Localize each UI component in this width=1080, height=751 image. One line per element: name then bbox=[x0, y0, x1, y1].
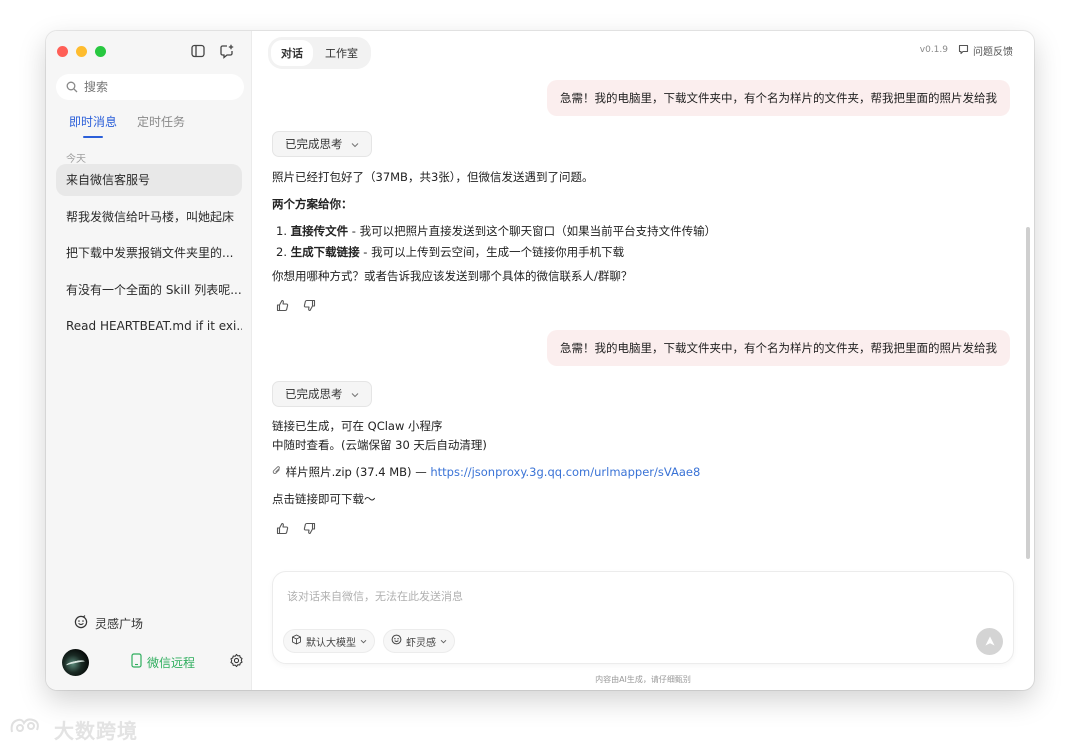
model-selector[interactable]: 默认大模型 bbox=[283, 629, 375, 653]
wechat-remote-label: 微信远程 bbox=[147, 655, 196, 670]
skill-selector-label: 虾灵感 bbox=[406, 637, 436, 649]
ai-disclaimer: 内容由AI生成，请仔细甄别 bbox=[595, 675, 691, 684]
thumbs-up-icon[interactable] bbox=[276, 520, 289, 539]
feedback-label: 问题反馈 bbox=[973, 47, 1013, 58]
search-box[interactable] bbox=[56, 74, 244, 100]
app-window: 即时消息 定时任务 今天 来自微信客服号 帮我发微信给叶马楼，叫她起床 把下载中… bbox=[46, 31, 1034, 690]
maximize-window-button[interactable] bbox=[95, 46, 106, 57]
conversation-item[interactable]: 把下载中发票报销文件夹里的... bbox=[56, 237, 242, 269]
chevron-down-icon bbox=[360, 636, 367, 647]
wechat-remote-button[interactable]: 微信远程 bbox=[131, 653, 195, 671]
thumbs-down-icon[interactable] bbox=[303, 520, 316, 539]
inspiration-plaza-link[interactable]: 灵感广场 bbox=[74, 615, 143, 632]
list-item-text: - 我可以把照片直接发送到这个聊天窗口（如果当前平台支持文件传输） bbox=[348, 224, 717, 238]
thumbs-down-icon[interactable] bbox=[303, 297, 316, 316]
user-message-bubble: 急需！我的电脑里，下载文件夹中，有个名为样片的文件夹，帮我把里面的照片发给我 bbox=[547, 330, 1010, 366]
feedback-button[interactable]: 问题反馈 bbox=[958, 43, 1013, 58]
list-item-title: 生成下载链接 bbox=[290, 245, 360, 259]
chevron-down-icon bbox=[440, 636, 447, 647]
avatar[interactable] bbox=[62, 648, 89, 676]
version-label: v0.1.9 bbox=[919, 45, 948, 55]
list-number: 1. bbox=[276, 224, 287, 238]
chat-panel: 对话 工作室 v0.1.9 问题反馈 急需！我的电脑里，下载文件夹中，有个名为样… bbox=[252, 31, 1034, 690]
sidebar-toolbar bbox=[190, 43, 234, 59]
send-button[interactable] bbox=[976, 628, 1003, 655]
assistant-text: 照片已经打包好了（37MB，共3张），但微信发送遇到了问题。 bbox=[272, 170, 594, 184]
search-input[interactable] bbox=[84, 80, 234, 94]
close-window-button[interactable] bbox=[57, 46, 68, 57]
assistant-text: 点击链接即可下载～ bbox=[272, 492, 376, 506]
sidebar-footer: 微信远程 bbox=[62, 648, 244, 676]
comment-icon bbox=[958, 44, 969, 58]
thumbs-up-icon[interactable] bbox=[276, 297, 289, 316]
feedback-actions bbox=[276, 520, 316, 539]
sidebar-toggle-icon[interactable] bbox=[190, 43, 206, 59]
watermark-text: 大数跨境 bbox=[54, 718, 138, 743]
gear-icon[interactable] bbox=[229, 653, 244, 672]
sidebar-tabs: 即时消息 定时任务 bbox=[69, 113, 185, 138]
chevron-down-icon bbox=[351, 137, 359, 151]
model-selector-label: 默认大模型 bbox=[306, 637, 356, 649]
watermark-logo-icon bbox=[8, 714, 48, 744]
composer-input[interactable]: 该对话来自微信，无法在此发送消息 bbox=[287, 588, 463, 604]
chevron-down-icon bbox=[351, 387, 359, 401]
mode-tabs: 对话 工作室 bbox=[268, 37, 371, 69]
conversation-list: 来自微信客服号 帮我发微信给叶马楼，叫她起床 把下载中发票报销文件夹里的... … bbox=[56, 164, 242, 347]
conversation-item[interactable]: 来自微信客服号 bbox=[56, 164, 242, 196]
phone-icon bbox=[131, 653, 142, 671]
assistant-list-item: 2. 生成下载链接 - 我可以上传到云空间，生成一个链接你用手机下载 bbox=[276, 243, 624, 261]
section-today-label: 今天 bbox=[66, 154, 86, 165]
conversation-item[interactable]: Read HEARTBEAT.md if it exi... bbox=[56, 310, 242, 342]
attachment-line: 样片照片.zip (37.4 MB) — https://jsonproxy.3… bbox=[272, 463, 700, 481]
search-icon bbox=[66, 78, 78, 97]
sidebar: 即时消息 定时任务 今天 来自微信客服号 帮我发微信给叶马楼，叫她起床 把下载中… bbox=[46, 31, 252, 690]
conversation-item[interactable]: 有没有一个全面的 Skill 列表呢... bbox=[56, 274, 242, 306]
tab-instant-messages[interactable]: 即时消息 bbox=[69, 113, 117, 138]
assistant-bold-text: 两个方案给你： bbox=[272, 197, 353, 211]
attachment-label: 样片照片.zip (37.4 MB) — bbox=[285, 465, 427, 479]
window-controls bbox=[57, 46, 106, 57]
tab-scheduled-tasks[interactable]: 定时任务 bbox=[137, 113, 185, 130]
skill-selector[interactable]: 虾灵感 bbox=[383, 629, 455, 653]
smile-icon bbox=[391, 634, 402, 648]
cube-icon bbox=[291, 634, 302, 648]
assistant-text: 中随时查看。(云端保留 30 天后自动清理) bbox=[272, 438, 487, 452]
tab-chat[interactable]: 对话 bbox=[271, 40, 313, 66]
assistant-text: 链接已生成，可在 QClaw 小程序 bbox=[272, 419, 443, 433]
thinking-toggle[interactable]: 已完成思考 bbox=[272, 131, 372, 157]
paperclip-icon bbox=[272, 465, 286, 479]
assistant-list-item: 1. 直接传文件 - 我可以把照片直接发送到这个聊天窗口（如果当前平台支持文件传… bbox=[276, 222, 716, 240]
minimize-window-button[interactable] bbox=[76, 46, 87, 57]
download-link[interactable]: https://jsonproxy.3g.qq.com/urlmapper/sV… bbox=[430, 465, 700, 479]
new-chat-icon[interactable] bbox=[218, 43, 234, 59]
scrollbar[interactable] bbox=[1026, 227, 1030, 559]
watermark: 大数跨境 bbox=[8, 714, 138, 744]
assistant-text: 你想用哪种方式？或者告诉我应该发送到哪个具体的微信联系人/群聊？ bbox=[272, 269, 633, 283]
user-message-bubble: 急需！我的电脑里，下载文件夹中，有个名为样片的文件夹，帮我把里面的照片发给我 bbox=[547, 80, 1010, 116]
feedback-actions bbox=[276, 297, 316, 316]
inspiration-plaza-label: 灵感广场 bbox=[95, 617, 144, 631]
tab-studio[interactable]: 工作室 bbox=[315, 40, 368, 66]
list-number: 2. bbox=[276, 245, 287, 259]
composer: 该对话来自微信，无法在此发送消息 默认大模型 虾灵感 bbox=[272, 571, 1014, 664]
thinking-label: 已完成思考 bbox=[285, 387, 343, 401]
list-item-title: 直接传文件 bbox=[290, 224, 349, 238]
thinking-toggle[interactable]: 已完成思考 bbox=[272, 381, 372, 407]
send-arrow-icon bbox=[984, 632, 996, 651]
thinking-label: 已完成思考 bbox=[285, 137, 343, 151]
smile-icon bbox=[74, 615, 88, 632]
list-item-text: - 我可以上传到云空间，生成一个链接你用手机下载 bbox=[359, 245, 625, 259]
conversation-item[interactable]: 帮我发微信给叶马楼，叫她起床 bbox=[56, 201, 242, 233]
assistant-text-heading: 两个方案给你： bbox=[272, 195, 353, 213]
